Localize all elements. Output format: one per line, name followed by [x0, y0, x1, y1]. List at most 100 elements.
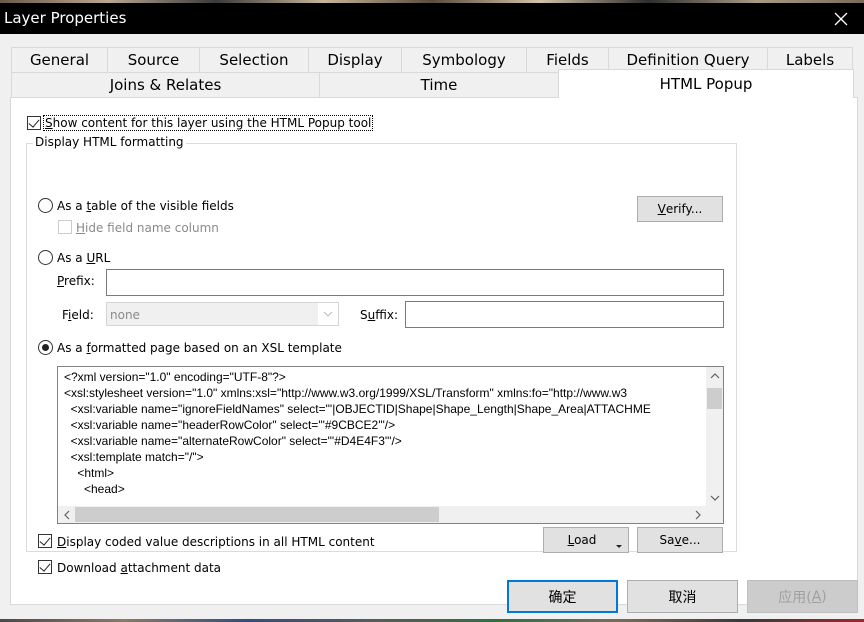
- suffix-input[interactable]: [405, 301, 724, 328]
- chevron-down-icon: [318, 303, 338, 325]
- xsl-line: <xsl:variable name="headerRowColor" sele…: [64, 418, 396, 432]
- radio-as-url[interactable]: [38, 250, 53, 265]
- label-part: ide field name column: [85, 221, 219, 235]
- label-part: ttachment data: [127, 561, 222, 575]
- label-part: refix:: [64, 274, 95, 288]
- mnemonic: a: [120, 561, 128, 575]
- label-part: e...: [681, 533, 701, 547]
- tab-label: Time: [420, 76, 458, 94]
- close-button[interactable]: [818, 3, 864, 34]
- xsl-template-text[interactable]: <?xml version="1.0" encoding="UTF-8"?> <x…: [64, 369, 698, 501]
- mnemonic: D: [57, 535, 67, 549]
- apply-button[interactable]: 应用(A): [747, 580, 858, 613]
- mnemonic: H: [76, 221, 86, 235]
- chevron-left-icon[interactable]: [58, 506, 75, 523]
- tab-joins-relates[interactable]: Joins & Relates: [11, 72, 320, 97]
- xsl-template-editor[interactable]: <?xml version="1.0" encoding="UTF-8"?> <x…: [57, 366, 724, 524]
- download-attachments-checkbox[interactable]: [38, 560, 52, 574]
- horizontal-scrollbar[interactable]: [58, 506, 706, 523]
- window-title: Layer Properties: [4, 9, 127, 27]
- coded-values-label[interactable]: Display coded value descriptions in all …: [57, 535, 375, 549]
- tab-html-popup[interactable]: HTML Popup: [558, 69, 854, 98]
- label-part: As a: [57, 341, 87, 355]
- hide-field-name-checkbox[interactable]: [58, 220, 72, 234]
- vertical-scrollbar[interactable]: [706, 367, 723, 506]
- mnemonic: P: [57, 274, 65, 288]
- button-label: 取消: [668, 589, 697, 606]
- label-part: ffix:: [375, 308, 398, 322]
- radio-xsl-label[interactable]: As a formatted page based on an XSL temp…: [57, 341, 342, 355]
- tab-label: Display: [327, 51, 383, 69]
- xsl-line: <xsl:stylesheet version="1.0" xmlns:xsl=…: [64, 386, 628, 400]
- html-popup-panel: Show content for this layer using the HT…: [10, 97, 858, 605]
- coded-values-checkbox[interactable]: [38, 534, 52, 548]
- tab-label: Labels: [785, 51, 835, 69]
- save-button[interactable]: Sa v e...: [637, 527, 723, 553]
- label-part: As a: [57, 199, 87, 213]
- hide-field-name-label: Hide field name column: [76, 221, 219, 235]
- label-part: S: [360, 308, 368, 322]
- load-button[interactable]: Load: [543, 527, 629, 553]
- verify-button[interactable]: Verify...: [637, 196, 723, 222]
- dropdown-arrow-icon: [616, 538, 622, 552]
- mnemonic: V: [657, 202, 666, 216]
- group-title: Display HTML formatting: [33, 135, 186, 149]
- tab-symbology[interactable]: Symbology: [401, 47, 527, 72]
- scrollbar-thumb[interactable]: [707, 388, 722, 409]
- label-part: Download: [57, 561, 121, 575]
- mnemonic: A: [811, 588, 822, 605]
- radio-table-of-visible-fields[interactable]: [38, 198, 53, 213]
- tab-label: HTML Popup: [659, 75, 753, 93]
- button-label: 确定: [548, 589, 577, 606]
- cancel-button[interactable]: 取消: [627, 580, 738, 613]
- chevron-right-icon[interactable]: [689, 506, 706, 523]
- xsl-line: <xsl:variable name="alternateRowColor" s…: [64, 434, 402, 448]
- scrollbar-thumb[interactable]: [75, 507, 439, 522]
- mnemonic: U: [86, 251, 96, 265]
- mnemonic: v: [674, 533, 682, 547]
- close-icon: [834, 12, 848, 25]
- label-part: ormatted page based on an XSL template: [90, 341, 342, 355]
- suffix-label: Suffix:: [360, 308, 398, 322]
- label-part: oad: [574, 533, 597, 547]
- xsl-line: <?xml version="1.0" encoding="UTF-8"?>: [64, 370, 286, 384]
- label-part: erify...: [665, 202, 703, 216]
- prefix-input[interactable]: [106, 269, 724, 296]
- label-part: 应用(: [778, 589, 812, 606]
- tab-time[interactable]: Time: [319, 72, 559, 97]
- tab-source[interactable]: Source: [107, 47, 200, 72]
- tab-general[interactable]: General: [11, 47, 108, 72]
- download-attachments-label[interactable]: Download attachment data: [57, 561, 221, 575]
- radio-url-label[interactable]: As a URL: [57, 251, 110, 265]
- ok-button[interactable]: 确定: [507, 580, 618, 613]
- tab-label: Selection: [219, 51, 289, 69]
- xsl-line: <html>: [64, 466, 115, 480]
- label-part: able of the visible fields: [91, 199, 234, 213]
- field-label: Field:: [62, 308, 94, 322]
- tab-label: Symbology: [422, 51, 506, 69]
- tab-display[interactable]: Display: [308, 47, 402, 72]
- field-dropdown[interactable]: none: [106, 302, 339, 326]
- chevron-down-icon[interactable]: [706, 489, 723, 506]
- tab-selection[interactable]: Selection: [199, 47, 309, 72]
- radio-xsl-template[interactable]: [38, 340, 53, 355]
- radio-table-label[interactable]: As a table of the visible fields: [57, 199, 234, 213]
- show-content-checkbox[interactable]: [27, 116, 41, 130]
- tab-label: Fields: [546, 51, 589, 69]
- label-part: eld:: [71, 308, 94, 322]
- mnemonic: S: [45, 116, 53, 130]
- label-rest: how content for this layer using the HTM…: [52, 116, 372, 130]
- chevron-up-icon[interactable]: [706, 367, 723, 384]
- tab-label: General: [29, 51, 90, 69]
- label-part: isplay coded value descriptions in all H…: [66, 535, 375, 549]
- show-content-label[interactable]: Show content for this layer using the HT…: [42, 115, 374, 131]
- tab-label: Source: [127, 51, 180, 69]
- xsl-line: <head>: [64, 482, 125, 496]
- tab-label: Joins & Relates: [109, 76, 222, 94]
- label-part: As a: [57, 251, 87, 265]
- dropdown-value: none: [110, 308, 140, 322]
- layer-properties-dialog: General Source Selection Display Symbolo…: [0, 34, 864, 619]
- label-part: ): [821, 588, 827, 605]
- title-bar: Layer Properties: [0, 3, 864, 34]
- prefix-label: Prefix:: [57, 274, 95, 288]
